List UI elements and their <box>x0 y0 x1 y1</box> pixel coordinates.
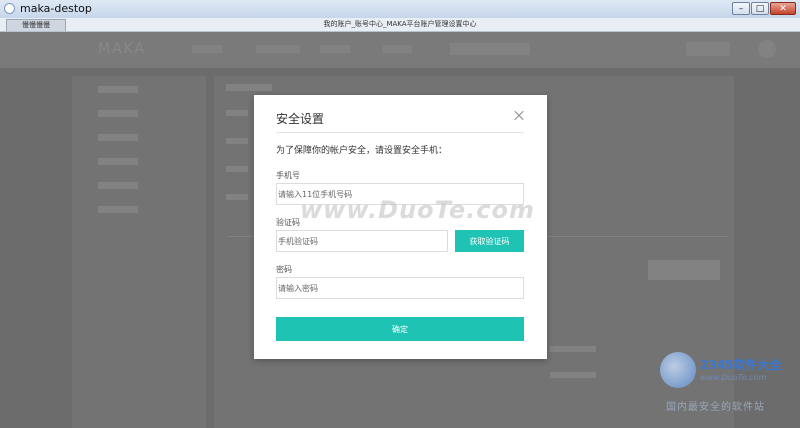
sidebar-placeholder <box>98 110 138 117</box>
sidebar-placeholder <box>98 206 138 213</box>
sidebar-placeholder <box>98 182 138 189</box>
avatar <box>758 40 776 58</box>
app-icon <box>4 3 15 14</box>
close-window-icon[interactable]: ✕ <box>770 2 796 15</box>
tab-bar: 慢慢慢慢 我的账户_账号中心_MAKA平台账户管理设置中心 <box>0 18 800 32</box>
nav-placeholder <box>450 43 530 55</box>
content-placeholder <box>226 194 248 200</box>
nav-placeholder <box>382 45 412 53</box>
security-settings-modal: 安全设置 为了保障你的帐户安全，请设置安全手机： 手机号 验证码 获取验证码 密… <box>254 95 547 359</box>
nav-placeholder <box>256 45 300 53</box>
nav-placeholder <box>686 42 730 56</box>
content-placeholder <box>226 138 248 144</box>
modal-title: 安全设置 <box>276 112 325 126</box>
nav-placeholder <box>192 45 222 53</box>
window-controls: – □ ✕ <box>732 2 796 15</box>
window-titlebar: maka-destop – □ ✕ <box>0 0 800 19</box>
modal-description: 为了保障你的帐户安全，请设置安全手机： <box>276 146 448 156</box>
background-sidebar <box>72 76 206 428</box>
password-label: 密码 <box>276 265 292 274</box>
content-placeholder <box>226 166 248 172</box>
modal-divider <box>276 132 524 133</box>
verification-code-input[interactable] <box>276 230 448 252</box>
phone-input[interactable] <box>276 183 524 205</box>
confirm-button[interactable]: 确定 <box>276 317 524 341</box>
close-icon[interactable] <box>512 109 526 123</box>
window-title: maka-destop <box>20 2 92 15</box>
minimize-icon[interactable]: – <box>732 2 750 15</box>
top-navigation: MAKA <box>0 32 800 68</box>
sidebar-placeholder <box>98 134 138 141</box>
phone-label: 手机号 <box>276 171 300 180</box>
page-title: 我的账户_账号中心_MAKA平台账户管理设置中心 <box>323 20 477 28</box>
maximize-icon[interactable]: □ <box>751 2 769 15</box>
sidebar-placeholder <box>98 158 138 165</box>
get-verification-code-button[interactable]: 获取验证码 <box>455 230 524 252</box>
content-placeholder <box>648 260 720 280</box>
content-placeholder <box>550 346 596 352</box>
content-placeholder <box>226 84 272 91</box>
maka-logo: MAKA <box>98 41 147 57</box>
nav-placeholder <box>320 45 350 53</box>
content-placeholder <box>550 372 596 378</box>
password-input[interactable] <box>276 277 524 299</box>
sidebar-placeholder <box>98 86 138 93</box>
code-label: 验证码 <box>276 218 300 227</box>
content-placeholder <box>226 110 248 116</box>
